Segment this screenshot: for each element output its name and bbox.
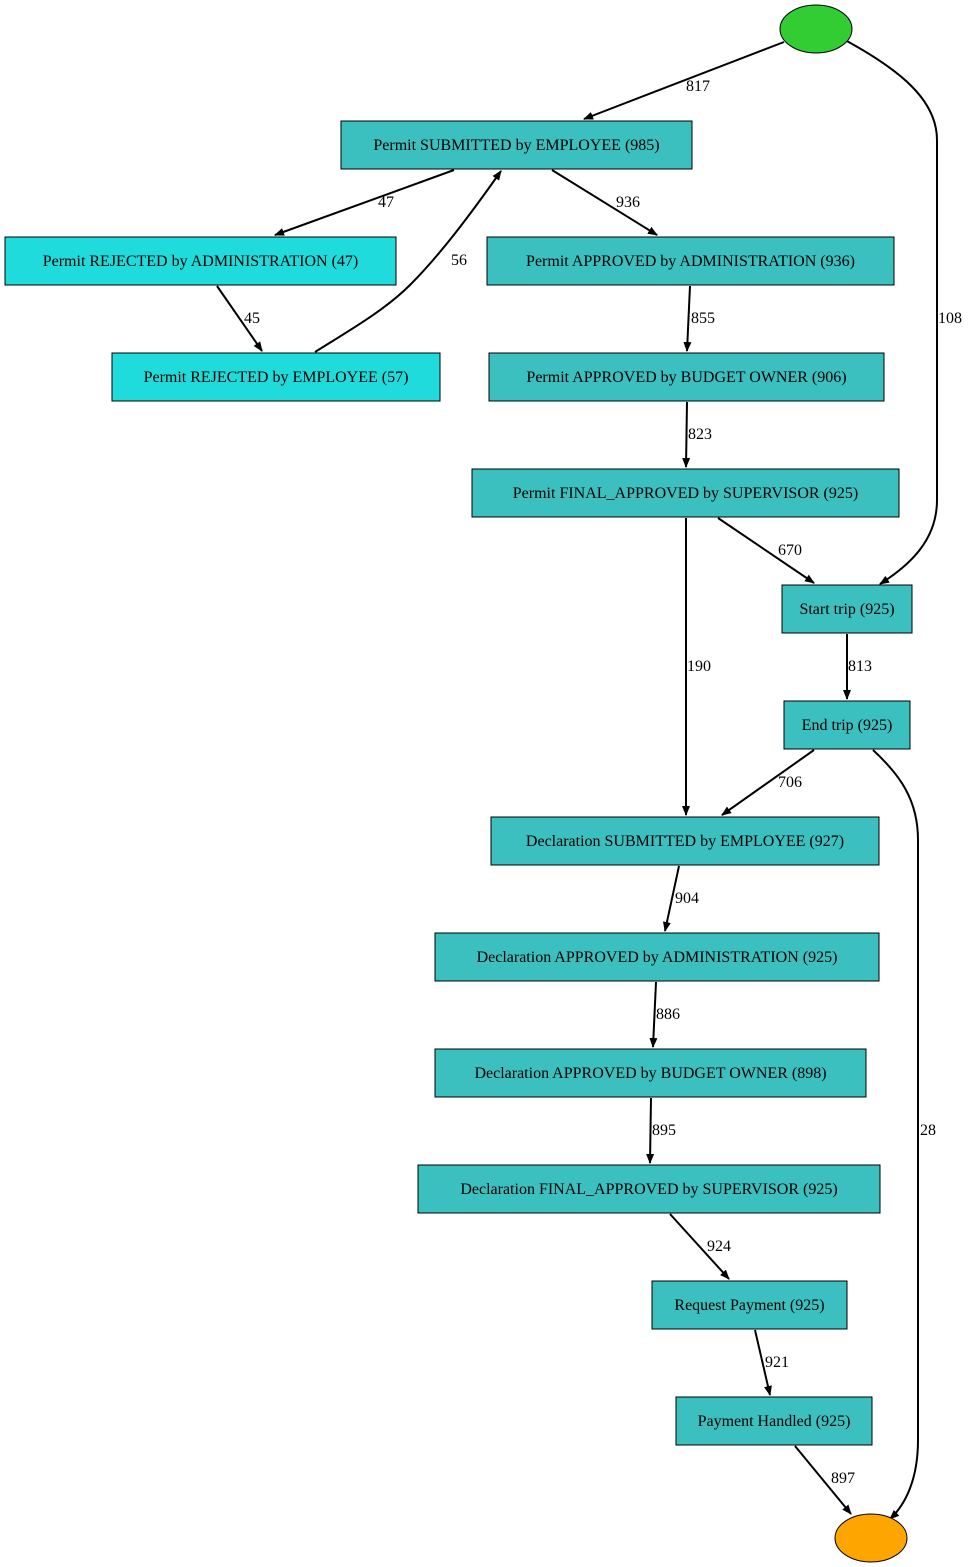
activity-label: Permit SUBMITTED by EMPLOYEE (985) <box>373 137 659 154</box>
activity-label: Request Payment (925) <box>674 1297 824 1314</box>
start-node <box>779 4 853 54</box>
edge-label-n13-n14: 921 <box>765 1354 789 1371</box>
edge-n1-n3 <box>551 169 658 236</box>
activity-node-n9: Declaration SUBMITTED by EMPLOYEE (927) <box>490 816 880 866</box>
activity-node-n10: Declaration APPROVED by ADMINISTRATION (… <box>434 932 880 982</box>
activity-node-n1: Permit SUBMITTED by EMPLOYEE (985) <box>340 120 693 170</box>
activity-node-n11: Declaration APPROVED by BUDGET OWNER (89… <box>434 1048 867 1098</box>
activity-node-n12: Declaration FINAL_APPROVED by SUPERVISOR… <box>417 1164 881 1214</box>
edge-label-n14-end: 897 <box>831 1470 855 1487</box>
edge-label-n6-n9: 190 <box>687 658 711 675</box>
edge-label-n6-n7: 670 <box>778 542 802 559</box>
edge-start-n1 <box>583 41 785 120</box>
edge-label-n5-n6: 823 <box>688 426 712 443</box>
activity-node-n2: Permit REJECTED by ADMINISTRATION (47) <box>4 236 397 286</box>
activity-node-n13: Request Payment (925) <box>651 1280 848 1330</box>
activity-label: Declaration FINAL_APPROVED by SUPERVISOR… <box>460 1181 837 1198</box>
edge-label-n2-n4: 45 <box>244 310 260 327</box>
activity-node-n5: Permit APPROVED by BUDGET OWNER (906) <box>488 352 885 402</box>
activity-label: Start trip (925) <box>799 601 894 618</box>
activity-label: Permit APPROVED by ADMINISTRATION (936) <box>526 253 855 270</box>
activity-label: Permit REJECTED by ADMINISTRATION (47) <box>43 253 359 270</box>
activity-node-n8: End trip (925) <box>783 700 911 750</box>
activity-node-n6: Permit FINAL_APPROVED by SUPERVISOR (925… <box>471 468 900 518</box>
edge-n3-n5 <box>683 285 692 352</box>
activity-label: Permit APPROVED by BUDGET OWNER (906) <box>526 369 846 386</box>
edge-label-start-n1: 817 <box>686 78 710 95</box>
edge-n11-n12 <box>646 1097 655 1164</box>
activity-node-n4: Permit REJECTED by EMPLOYEE (57) <box>111 352 441 402</box>
edge-label-n4-n1: 56 <box>451 252 467 269</box>
end-node <box>834 1513 908 1563</box>
edge-label-n8-n9: 706 <box>778 774 802 791</box>
activity-label: Payment Handled (925) <box>698 1413 851 1430</box>
activity-label: End trip (925) <box>802 717 893 734</box>
edge-n8-end <box>872 749 919 1520</box>
edge-n5-n6 <box>682 401 691 468</box>
activity-label: Declaration SUBMITTED by EMPLOYEE (927) <box>526 833 844 850</box>
activity-node-n7: Start trip (925) <box>781 584 913 634</box>
edge-label-n1-n3: 936 <box>616 194 640 211</box>
activity-node-n3: Permit APPROVED by ADMINISTRATION (936) <box>486 236 895 286</box>
edge-label-n10-n11: 886 <box>656 1006 680 1023</box>
edge-label-n9-n10: 904 <box>675 890 699 907</box>
activity-label: Declaration APPROVED by ADMINISTRATION (… <box>477 949 838 966</box>
edge-label-n3-n5: 855 <box>691 310 715 327</box>
edge-label-n8-end: 28 <box>920 1122 936 1139</box>
edge-label-n7-n8: 813 <box>848 658 872 675</box>
edge-n1-n2 <box>274 169 455 236</box>
activity-node-n14: Payment Handled (925) <box>675 1396 873 1446</box>
edge-label-start-n7: 108 <box>938 310 962 327</box>
activity-label: Declaration APPROVED by BUDGET OWNER (89… <box>474 1065 826 1082</box>
edge-label-n11-n12: 895 <box>652 1122 676 1139</box>
activity-label: Permit REJECTED by EMPLOYEE (57) <box>144 369 409 386</box>
edge-label-n12-n13: 924 <box>707 1238 731 1255</box>
edge-label-n1-n2: 47 <box>378 194 394 211</box>
activity-label: Permit FINAL_APPROVED by SUPERVISOR (925… <box>513 485 858 502</box>
process-map: Permit SUBMITTED by EMPLOYEE (985) Permit… <box>4 4 962 1563</box>
